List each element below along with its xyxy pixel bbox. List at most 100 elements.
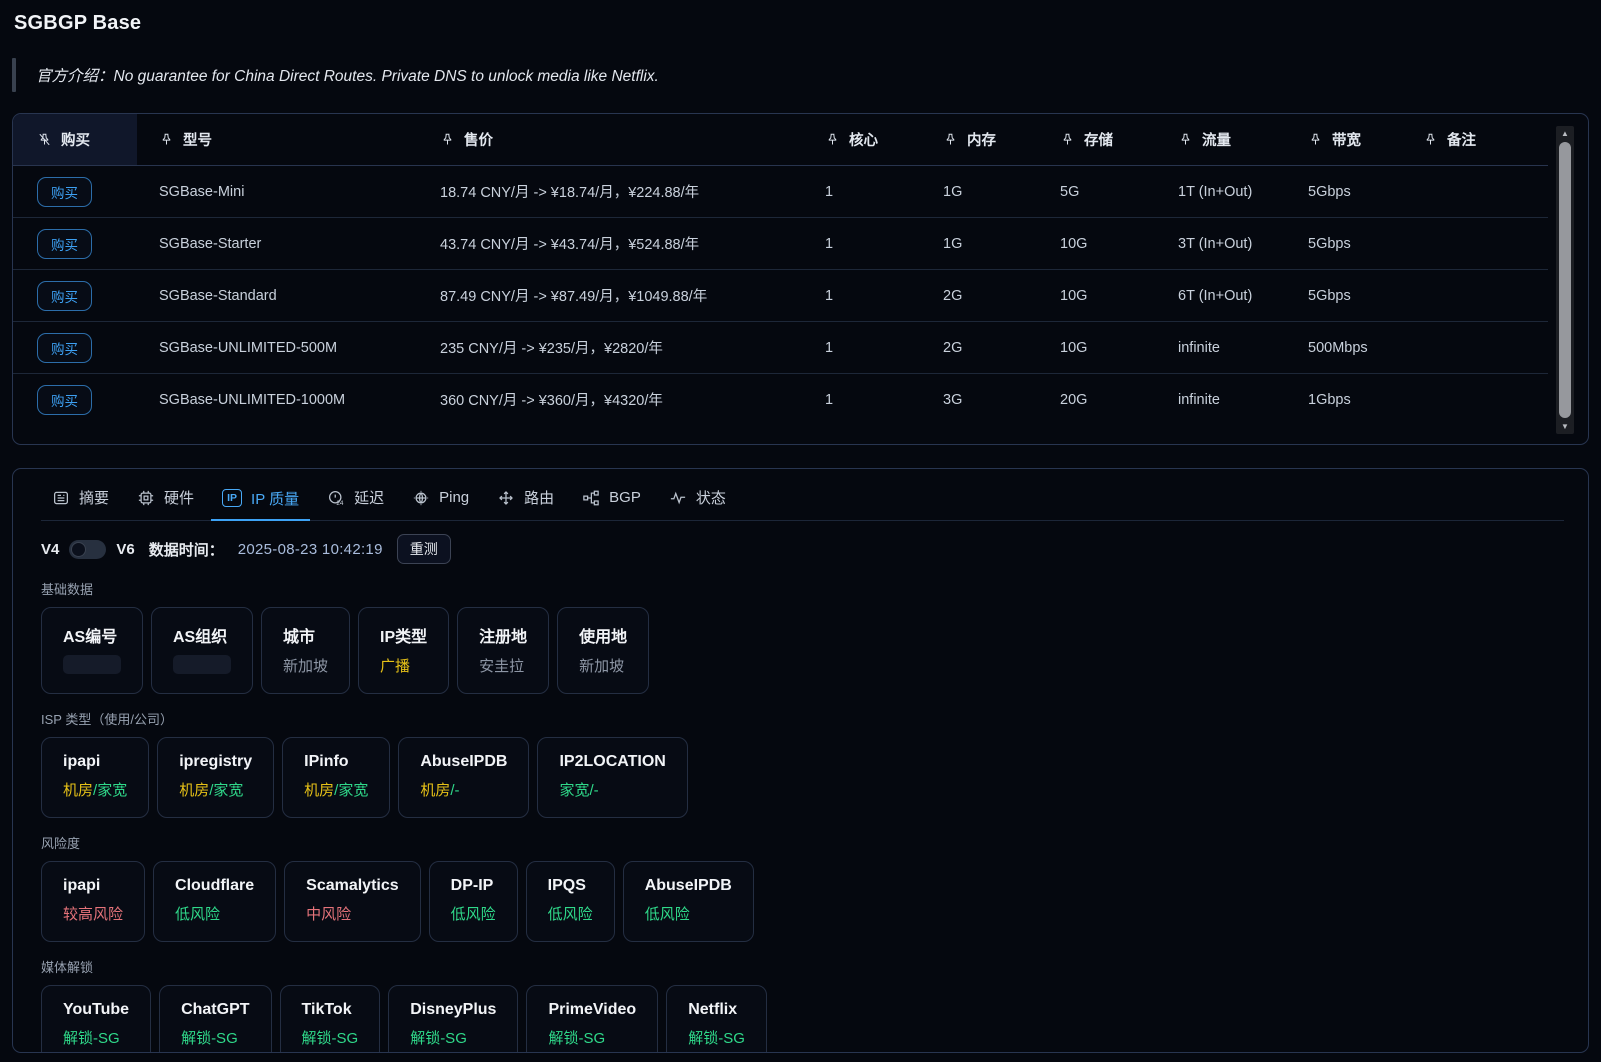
- risk-cards: ipapi 较高风险 Cloudflare 低风险 Scamalytics 中风…: [41, 861, 1564, 942]
- section-title-basic: 基础数据: [41, 579, 1564, 598]
- bandwidth-cell: 500Mbps: [1286, 340, 1401, 356]
- tab-summary[interactable]: 摘要: [41, 475, 120, 520]
- table-row: 购买 SGBase-Starter 43.74 CNY/月 -> ¥43.74/…: [13, 217, 1548, 269]
- tab-label: IP 质量: [251, 488, 299, 509]
- card-value: 机房/-: [420, 779, 507, 800]
- buy-button[interactable]: 购买: [37, 281, 92, 311]
- bandwidth-cell: 5Gbps: [1286, 288, 1401, 304]
- price-cell: 87.49 CNY/月 -> ¥87.49/月，¥1049.88/年: [418, 285, 803, 306]
- table-scrollbar[interactable]: ▲ ▼: [1556, 126, 1574, 434]
- v4-label: V4: [41, 541, 59, 558]
- buy-button[interactable]: 购买: [37, 229, 92, 259]
- card-value: 家宽/-: [559, 779, 665, 800]
- tab-hardware[interactable]: 硬件: [126, 475, 205, 520]
- ip-version-toggle[interactable]: [69, 540, 106, 559]
- card-value: 低风险: [175, 903, 254, 924]
- isp-card: IPinfo 机房/家宽: [282, 737, 390, 818]
- tab-label: Ping: [439, 489, 469, 506]
- ram-cell: 2G: [921, 340, 1038, 356]
- intro-text: No guarantee for China Direct Routes. Pr…: [114, 68, 659, 85]
- isp-cards: ipapi 机房/家宽 ipregistry 机房/家宽 IPinfo 机房/家…: [41, 737, 1564, 818]
- header-buy[interactable]: 购买: [13, 114, 137, 165]
- cores-cell: 1: [803, 340, 921, 356]
- risk-card: AbuseIPDB 低风险: [623, 861, 754, 942]
- table-row: 购买 SGBase-Mini 18.74 CNY/月 -> ¥18.74/月，¥…: [13, 165, 1548, 217]
- card-value: 中风险: [306, 903, 399, 924]
- route-arrows-icon: [497, 489, 515, 507]
- risk-card: ipapi 较高风险: [41, 861, 145, 942]
- page: SGBGP Base 官方介绍：No guarantee for China D…: [0, 0, 1601, 1053]
- tab-label: 状态: [696, 487, 726, 508]
- tab-latency[interactable]: 24 延迟: [316, 475, 395, 520]
- cores-cell: 1: [803, 288, 921, 304]
- bandwidth-cell: 5Gbps: [1286, 236, 1401, 252]
- card-value: 安圭拉: [479, 655, 527, 676]
- pin-icon: [1308, 132, 1323, 147]
- basic-card-use-place: 使用地 新加坡: [557, 607, 649, 694]
- section-title-media: 媒体解锁: [41, 957, 1564, 976]
- tab-ip-quality[interactable]: IP IP 质量: [211, 475, 310, 521]
- card-value: 机房/家宽: [304, 779, 368, 800]
- redacted-value: [63, 655, 121, 674]
- card-value: 解锁-SG: [548, 1027, 636, 1048]
- data-time-label: 数据时间：: [149, 539, 224, 560]
- buy-button[interactable]: 购买: [37, 385, 92, 415]
- tab-route[interactable]: 路由: [486, 475, 565, 520]
- scrollbar-thumb[interactable]: [1559, 142, 1571, 418]
- pin-icon: [159, 132, 174, 147]
- tab-bgp[interactable]: BGP: [571, 475, 652, 520]
- risk-card: Scamalytics 中风险: [284, 861, 421, 942]
- table-header-row: 购买 型号 售价 核心 内存 存储 流量 带宽 备注: [13, 114, 1548, 165]
- card-value: 机房/家宽: [179, 779, 252, 800]
- retest-button[interactable]: 重测: [397, 534, 451, 564]
- buy-button[interactable]: 购买: [37, 177, 92, 207]
- risk-card: Cloudflare 低风险: [153, 861, 276, 942]
- model-cell: SGBase-Mini: [137, 184, 418, 200]
- card-value: 机房/家宽: [63, 779, 127, 800]
- cpu-icon: [137, 489, 155, 507]
- section-title-risk: 风险度: [41, 833, 1564, 852]
- table-row: 购买 SGBase-Standard 87.49 CNY/月 -> ¥87.49…: [13, 269, 1548, 321]
- detail-panel: 摘要 硬件 IP IP 质量 24 延迟 Ping 路由: [12, 468, 1589, 1053]
- header-note[interactable]: 备注: [1401, 129, 1548, 150]
- isp-card: ipapi 机房/家宽: [41, 737, 149, 818]
- header-model[interactable]: 型号: [137, 129, 418, 150]
- buy-button[interactable]: 购买: [37, 333, 92, 363]
- storage-cell: 10G: [1038, 288, 1156, 304]
- card-value: 解锁-SG: [302, 1027, 359, 1048]
- header-traffic[interactable]: 流量: [1156, 129, 1286, 150]
- intro-label: 官方介绍：: [36, 68, 114, 85]
- data-time-value: 2025-08-23 10:42:19: [238, 541, 383, 558]
- header-bandwidth[interactable]: 带宽: [1286, 129, 1401, 150]
- cores-cell: 1: [803, 236, 921, 252]
- pin-off-icon: [37, 132, 52, 147]
- scroll-up-arrow-icon[interactable]: ▲: [1556, 126, 1574, 141]
- basic-card-reg-place: 注册地 安圭拉: [457, 607, 549, 694]
- media-card: PrimeVideo 解锁-SG: [526, 985, 658, 1053]
- tab-status[interactable]: 状态: [658, 475, 737, 520]
- pin-icon: [1423, 132, 1438, 147]
- bgp-nodes-icon: [582, 489, 600, 507]
- risk-card: DP-IP 低风险: [429, 861, 518, 942]
- scroll-down-arrow-icon[interactable]: ▼: [1556, 419, 1574, 434]
- header-storage[interactable]: 存储: [1038, 129, 1156, 150]
- card-value: 低风险: [548, 903, 593, 924]
- summary-icon: [52, 489, 70, 507]
- header-ram[interactable]: 内存: [921, 129, 1038, 150]
- redacted-value: [173, 655, 231, 674]
- v6-label: V6: [116, 541, 134, 558]
- basic-card-ip-type: IP类型 广播: [358, 607, 449, 694]
- tab-ping[interactable]: Ping: [401, 475, 480, 520]
- pulse-icon: [669, 489, 687, 507]
- card-value: 解锁-SG: [410, 1027, 496, 1048]
- header-cores[interactable]: 核心: [803, 129, 921, 150]
- svg-text:24: 24: [336, 500, 344, 507]
- risk-card: IPQS 低风险: [526, 861, 615, 942]
- table-row: 购买 SGBase-UNLIMITED-1000M 360 CNY/月 -> ¥…: [13, 373, 1548, 425]
- header-price[interactable]: 售价: [418, 129, 803, 150]
- price-cell: 360 CNY/月 -> ¥360/月，¥4320/年: [418, 389, 803, 410]
- card-value: 解锁-SG: [688, 1027, 745, 1048]
- tab-label: 路由: [524, 487, 554, 508]
- globe-icon: [412, 489, 430, 507]
- media-card: TikTok 解锁-SG: [280, 985, 381, 1053]
